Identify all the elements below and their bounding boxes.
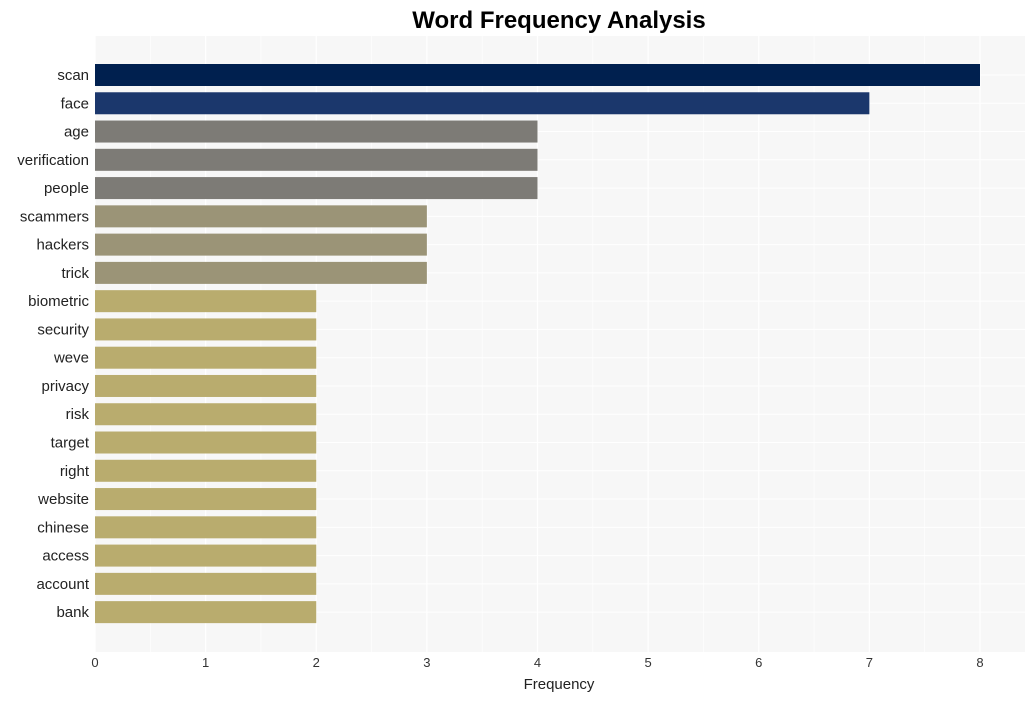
y-tick-label: target (51, 435, 90, 452)
y-tick-label: scan (57, 67, 89, 84)
y-tick-label: weve (53, 350, 89, 367)
y-tick-label: access (42, 548, 89, 565)
bar-hackers (95, 233, 427, 256)
bar-face (95, 92, 870, 115)
x-tick-label: 4 (534, 655, 541, 670)
bar-scan (95, 64, 980, 86)
bar-biometric (95, 290, 317, 313)
x-tick-label: 6 (755, 655, 762, 670)
y-tick-label: age (64, 124, 89, 141)
y-tick-label: website (37, 491, 89, 508)
x-tick-labels: 0 1 2 3 4 5 6 7 8 (91, 655, 983, 670)
bar-privacy (95, 374, 317, 397)
bar-access (95, 544, 317, 567)
bar-verification (95, 148, 538, 171)
x-tick-label: 2 (313, 655, 320, 670)
bar-bank (95, 601, 317, 624)
bar-weve (95, 346, 317, 369)
y-tick-label: privacy (41, 378, 89, 395)
bar-account (95, 572, 317, 595)
chart-title: Word Frequency Analysis (412, 7, 705, 34)
y-tick-label: right (60, 463, 90, 480)
x-axis-label: Frequency (524, 676, 595, 693)
y-tick-label: face (61, 95, 89, 112)
y-tick-label: security (37, 321, 89, 338)
y-tick-label: hackers (36, 237, 89, 254)
bar-age (95, 120, 538, 143)
bar-security (95, 318, 317, 341)
y-tick-label: risk (66, 406, 90, 423)
x-tick-label: 1 (202, 655, 209, 670)
y-tick-label: people (44, 180, 89, 197)
x-tick-label: 7 (866, 655, 873, 670)
bar-website (95, 488, 317, 511)
bar-risk (95, 403, 317, 426)
y-tick-label: bank (56, 604, 89, 621)
x-tick-label: 3 (423, 655, 430, 670)
bar-trick (95, 261, 427, 284)
y-tick-label: verification (17, 152, 89, 169)
x-tick-label: 8 (976, 655, 983, 670)
bar-scammers (95, 205, 427, 228)
y-tick-labels: scan face age verification people scammers hac… (17, 67, 90, 621)
bar-people (95, 177, 538, 200)
y-tick-label: biometric (28, 293, 89, 310)
y-tick-label: account (36, 576, 89, 593)
y-tick-label: chinese (37, 519, 89, 536)
x-tick-label: 5 (645, 655, 652, 670)
y-tick-label: trick (62, 265, 90, 282)
x-tick-label: 0 (91, 655, 98, 670)
bar-right (95, 459, 317, 482)
bar-chinese (95, 516, 317, 539)
y-tick-label: scammers (20, 208, 89, 225)
bar-chart: scan face age verification people scammers hac… (17, 7, 1025, 693)
bar-target (95, 431, 317, 454)
